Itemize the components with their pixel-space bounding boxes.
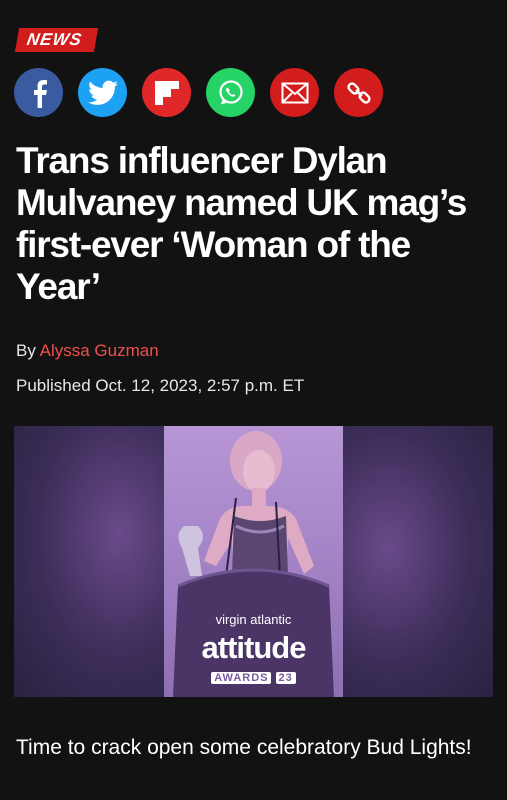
hero-photo: virgin atlantic attitude AWARDS 23 [164, 426, 343, 697]
flipboard-icon [154, 80, 179, 105]
copy-link-button[interactable] [334, 68, 383, 117]
podium-brand-text: attitude [201, 630, 307, 665]
twitter-share-button[interactable] [78, 68, 127, 117]
hero-blur-right [343, 426, 493, 697]
share-bar [14, 68, 383, 117]
section-tag[interactable]: NEWS [14, 28, 99, 52]
article-paragraph: Time to crack open some celebratory Bud … [16, 736, 472, 759]
whatsapp-share-button[interactable] [206, 68, 255, 117]
link-icon [346, 81, 371, 104]
podium-awards-year: 23 [275, 672, 296, 684]
podium-sponsor-text: virgin atlantic [215, 612, 292, 627]
facebook-share-button[interactable] [14, 68, 63, 117]
article-headline: Trans influencer Dylan Mulvaney named UK… [16, 140, 467, 307]
published-date: Published Oct. 12, 2023, 2:57 p.m. ET [16, 376, 305, 395]
podium-awards-text: AWARDS 23 [164, 672, 343, 684]
facebook-icon [33, 79, 47, 108]
byline: By Alyssa Guzman [16, 341, 159, 361]
email-icon [281, 82, 308, 103]
byline-prefix: By [16, 341, 40, 360]
hero-blur-left [14, 426, 164, 697]
twitter-icon [87, 80, 118, 105]
whatsapp-icon [218, 79, 243, 104]
email-share-button[interactable] [270, 68, 319, 117]
author-link[interactable]: Alyssa Guzman [40, 341, 159, 360]
flipboard-share-button[interactable] [142, 68, 191, 117]
hero-image[interactable]: virgin atlantic attitude AWARDS 23 [14, 426, 493, 697]
podium-awards-label: AWARDS [211, 672, 272, 684]
